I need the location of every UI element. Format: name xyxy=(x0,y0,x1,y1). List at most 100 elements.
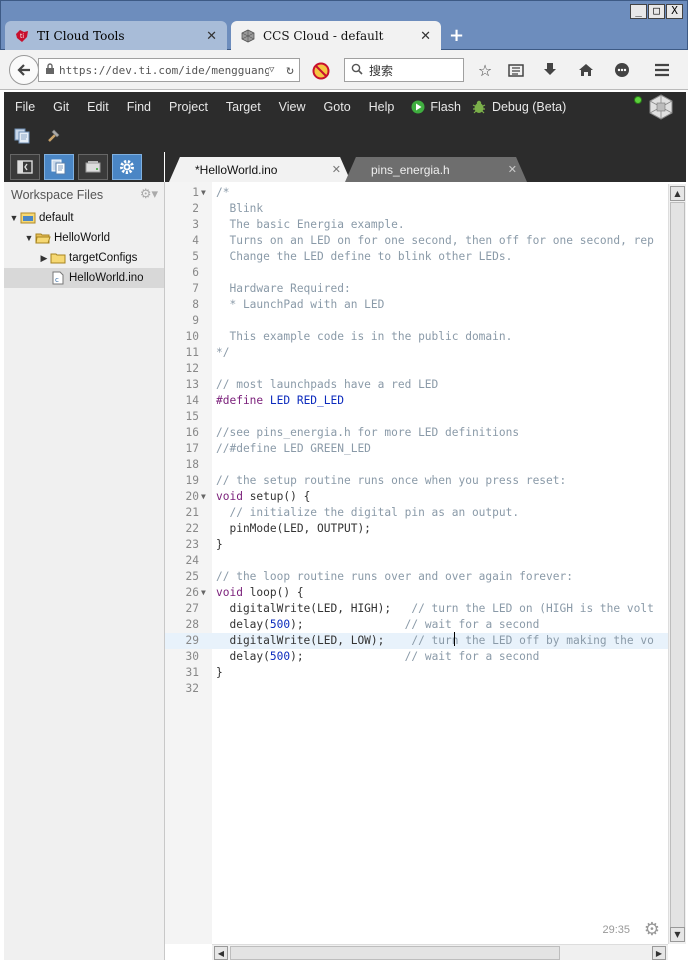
code-line[interactable]: 1 ▼ /* xyxy=(165,185,668,201)
flash-button[interactable]: Flash xyxy=(411,100,461,114)
noscript-icon[interactable] xyxy=(312,62,330,80)
code-line[interactable]: 20 ▼ void setup() { xyxy=(165,489,668,505)
reading-list-icon[interactable] xyxy=(506,60,526,80)
code-line[interactable]: 25 // the loop routine runs over and over… xyxy=(165,569,668,585)
url-dropdown-icon[interactable]: ▽ xyxy=(269,65,281,75)
menu-edit[interactable]: Edit xyxy=(76,100,116,114)
fold-toggle-icon[interactable]: ▼ xyxy=(201,585,211,601)
menu-git[interactable]: Git xyxy=(42,100,76,114)
line-number: 4 xyxy=(192,234,199,247)
editor-tab-helloworld[interactable]: *HelloWorld.ino ✕ xyxy=(169,157,351,182)
new-tab-button[interactable]: + xyxy=(449,25,464,46)
code-line[interactable]: 24 xyxy=(165,553,668,569)
code-line[interactable]: 7 Hardware Required: xyxy=(165,281,668,297)
code-line[interactable]: 28 delay(500); // wait for a second xyxy=(165,617,668,633)
resource-explorer-button[interactable] xyxy=(78,154,108,180)
chat-icon[interactable] xyxy=(612,60,632,80)
vertical-scrollbar[interactable]: ▲ ▼ xyxy=(668,184,686,944)
file-tree: ▼ default ▼ HelloWorld ▶ targetConfigs c HelloW… xyxy=(4,208,164,288)
fold-toggle-icon[interactable]: ▼ xyxy=(201,185,211,201)
code-line[interactable]: 17 //#define LED GREEN_LED xyxy=(165,441,668,457)
expand-down-icon[interactable]: ▼ xyxy=(23,233,35,243)
copy-files-icon[interactable] xyxy=(14,128,32,147)
menu-view[interactable]: View xyxy=(268,100,313,114)
close-tab-icon[interactable]: ✕ xyxy=(508,163,517,176)
menu-help[interactable]: Help xyxy=(358,100,402,114)
code-line[interactable]: 4 Turns on an LED on for one second, the… xyxy=(165,233,668,249)
minimize-button[interactable]: _ xyxy=(630,4,647,19)
code-line[interactable]: 23} xyxy=(165,537,668,553)
code-token: digitalWrite(LED, HIGH); xyxy=(216,602,412,615)
code-line[interactable]: 30 delay(500); // wait for a second xyxy=(165,649,668,665)
code-line[interactable]: 32 xyxy=(165,681,668,697)
code-line[interactable]: 29 digitalWrite(LED, LOW); // turn the L… xyxy=(165,633,668,649)
download-icon[interactable] xyxy=(540,60,560,80)
code-line[interactable]: 13 // most launchpads have a red LED xyxy=(165,377,668,393)
scroll-up-icon[interactable]: ▲ xyxy=(670,186,685,201)
search-input[interactable]: 搜索 xyxy=(344,58,464,82)
tree-item[interactable]: ▶ targetConfigs xyxy=(4,248,164,268)
code-line[interactable]: 3 The basic Energia example. xyxy=(165,217,668,233)
code-line[interactable]: 26 ▼ void loop() { xyxy=(165,585,668,601)
expand-right-icon[interactable]: ▶ xyxy=(38,253,50,264)
close-window-button[interactable]: X xyxy=(666,4,683,19)
workspace-files-button[interactable] xyxy=(44,154,74,180)
debug-button[interactable]: Debug (Beta) xyxy=(471,100,566,114)
workspace-gear-icon[interactable]: ⚙▾ xyxy=(140,186,158,202)
code-line[interactable]: 18 xyxy=(165,457,668,473)
tree-item[interactable]: ▼ HelloWorld xyxy=(4,228,164,248)
code-line[interactable]: 14 #define LED RED_LED xyxy=(165,393,668,409)
home-icon[interactable] xyxy=(576,60,596,80)
menu-goto[interactable]: Goto xyxy=(313,100,358,114)
close-tab-icon[interactable]: ✕ xyxy=(420,29,431,44)
menu-project[interactable]: Project xyxy=(158,100,215,114)
horizontal-scrollbar[interactable]: ◀ ▶ xyxy=(212,944,668,960)
url-text[interactable]: https://dev.ti.com/ide/mengguang6 xyxy=(59,64,269,77)
hamburger-menu-icon[interactable] xyxy=(652,60,672,80)
code-line[interactable]: 12 xyxy=(165,361,668,377)
code-editor[interactable]: 1 ▼/* 2 Blink 3 The basic Energia example. 4… xyxy=(165,182,686,960)
browser-tab-ccs-cloud[interactable]: CCS Cloud - default ✕ xyxy=(231,21,441,51)
tree-item[interactable]: ▼ default xyxy=(4,208,164,228)
editor-tab-pins-energia[interactable]: pins_energia.h ✕ xyxy=(345,157,527,182)
close-tab-icon[interactable]: ✕ xyxy=(332,163,341,176)
code-line[interactable]: 6 xyxy=(165,265,668,281)
settings-button[interactable] xyxy=(112,154,142,180)
code-text: // most launchpads have a red LED xyxy=(216,377,438,393)
code-line[interactable]: 5 Change the LED define to blink other L… xyxy=(165,249,668,265)
toggle-sidebar-button[interactable] xyxy=(10,154,40,180)
build-hammer-icon[interactable] xyxy=(46,128,62,147)
expand-down-icon[interactable]: ▼ xyxy=(8,213,20,223)
close-tab-icon[interactable]: ✕ xyxy=(206,29,217,44)
code-token: Hardware Required: xyxy=(216,282,351,295)
code-line[interactable]: 9 xyxy=(165,313,668,329)
scroll-left-icon[interactable]: ◀ xyxy=(214,946,228,960)
code-line[interactable]: 19 // the setup routine runs once when yo… xyxy=(165,473,668,489)
url-bar[interactable]: https://dev.ti.com/ide/mengguang6 ▽ ↻ xyxy=(38,58,300,82)
back-button[interactable] xyxy=(9,55,39,85)
maximize-button[interactable]: □ xyxy=(648,4,665,19)
scroll-right-icon[interactable]: ▶ xyxy=(652,946,666,960)
bookmark-star-icon[interactable]: ☆ xyxy=(475,60,495,80)
code-line[interactable]: 27 digitalWrite(LED, HIGH); // turn the … xyxy=(165,601,668,617)
fold-toggle-icon[interactable]: ▼ xyxy=(201,489,211,505)
code-line[interactable]: 22 pinMode(LED, OUTPUT); xyxy=(165,521,668,537)
code-line[interactable]: 16 //see pins_energia.h for more LED defi… xyxy=(165,425,668,441)
code-line[interactable]: 15 xyxy=(165,409,668,425)
code-line[interactable]: 31} xyxy=(165,665,668,681)
horizontal-scroll-thumb[interactable] xyxy=(230,946,560,960)
menu-file[interactable]: File xyxy=(4,100,42,114)
editor-settings-gear-icon[interactable]: ⚙ xyxy=(644,919,660,940)
code-line[interactable]: 2 Blink xyxy=(165,201,668,217)
code-line[interactable]: 8 * LaunchPad with an LED xyxy=(165,297,668,313)
menu-target[interactable]: Target xyxy=(215,100,268,114)
vertical-scroll-thumb[interactable] xyxy=(670,202,685,942)
code-line[interactable]: 11 */ xyxy=(165,345,668,361)
tree-item[interactable]: c HelloWorld.ino xyxy=(4,268,164,288)
code-line[interactable]: 10 This example code is in the public do… xyxy=(165,329,668,345)
code-line[interactable]: 21 // initialize the digital pin as an o… xyxy=(165,505,668,521)
menu-find[interactable]: Find xyxy=(116,100,158,114)
browser-tab-ti-cloud-tools[interactable]: ti TI Cloud Tools ✕ xyxy=(5,21,227,51)
reload-icon[interactable]: ↻ xyxy=(281,63,299,78)
scroll-down-icon[interactable]: ▼ xyxy=(670,927,685,942)
